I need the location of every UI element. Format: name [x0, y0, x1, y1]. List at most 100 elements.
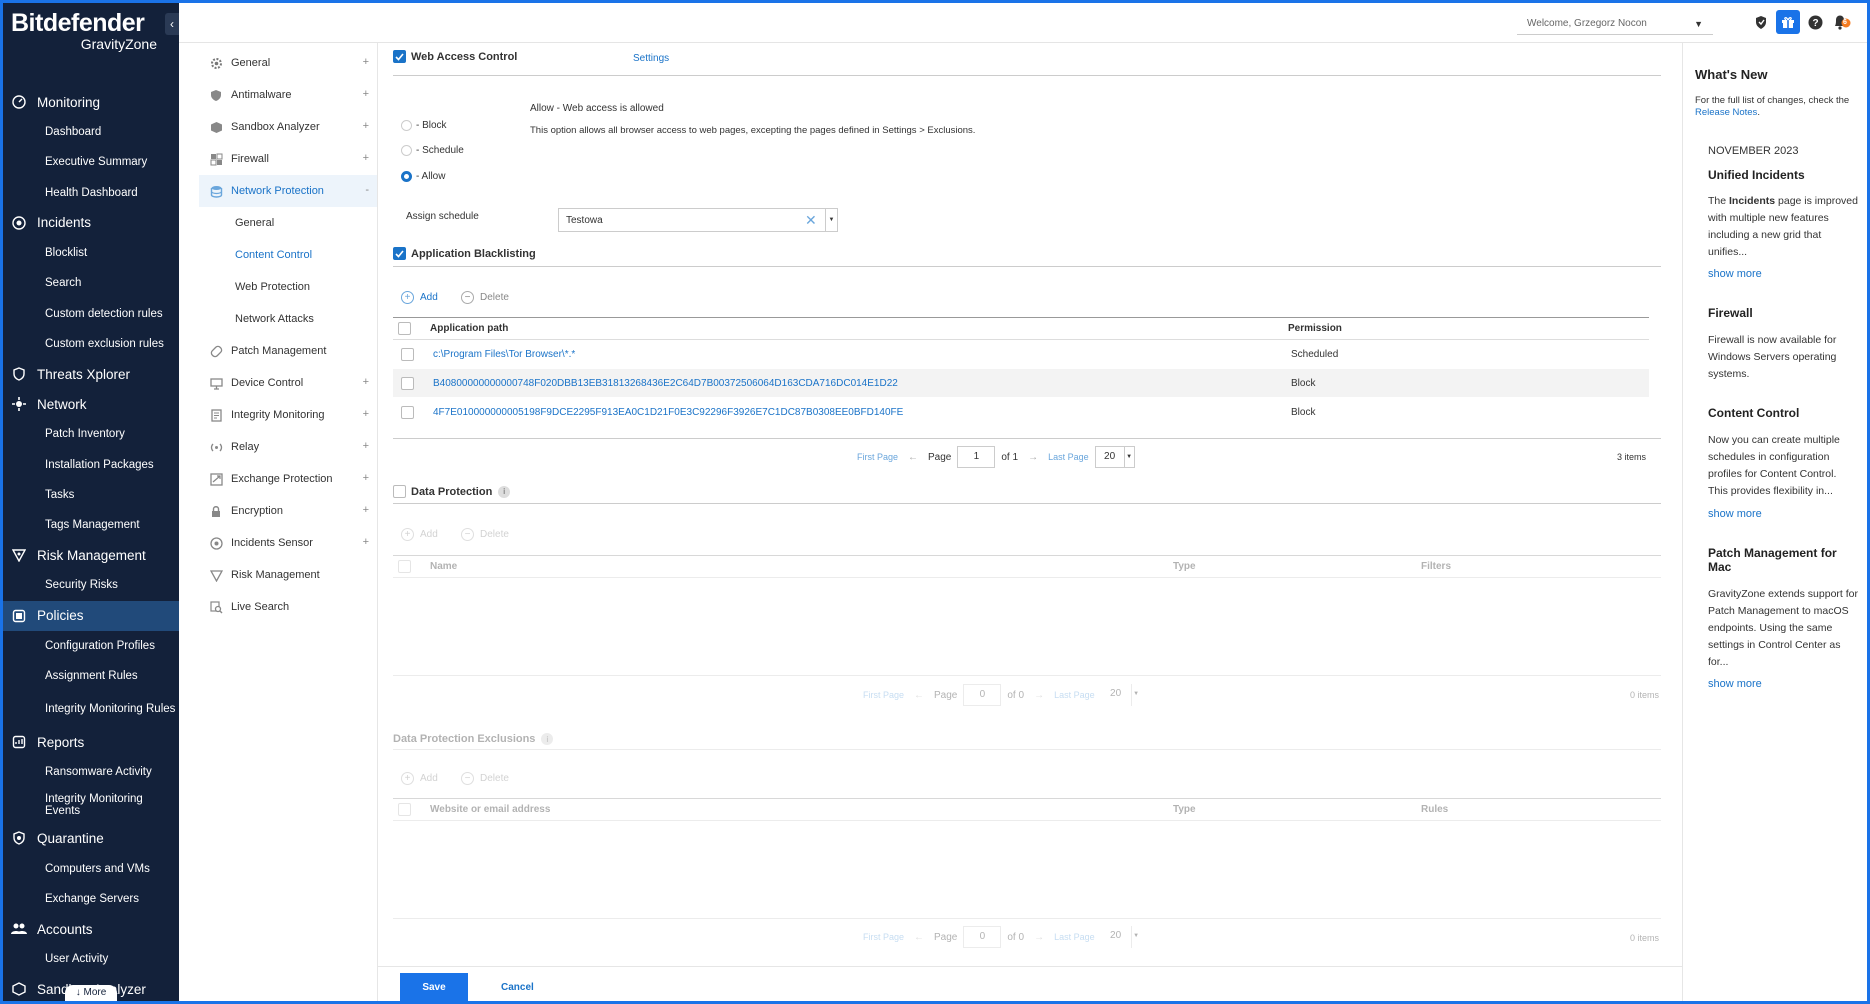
expand-icon[interactable]: + — [363, 152, 369, 164]
show-more-link[interactable]: show more — [1708, 268, 1762, 280]
assign-schedule-select[interactable]: Testowa ✕ ▼ — [558, 208, 838, 232]
first-page-link[interactable]: First Page — [863, 690, 904, 700]
column-filters[interactable]: Filters — [1421, 561, 1451, 572]
schedule-option[interactable]: - Schedule — [401, 145, 464, 156]
expand-icon[interactable]: + — [363, 56, 369, 68]
column-website-or-email[interactable]: Website or email address — [430, 804, 550, 815]
column-application-path[interactable]: Application path — [430, 323, 508, 334]
policy-nav-general[interactable]: General + — [199, 47, 377, 79]
application-path-link[interactable]: B40800000000000748F020DBB13EB31813268436… — [433, 378, 898, 389]
show-more-link[interactable]: show more — [1708, 508, 1762, 520]
nav-section-accounts[interactable]: Accounts — [3, 914, 179, 944]
first-page-link[interactable]: First Page — [863, 932, 904, 942]
next-arrow-icon[interactable]: → — [1034, 932, 1044, 943]
nav-section-reports[interactable]: Reports — [3, 727, 179, 757]
nav-section-network[interactable]: Network — [3, 389, 179, 419]
nav-item-search[interactable]: Search — [3, 268, 179, 298]
prev-arrow-icon[interactable]: ← — [908, 452, 918, 463]
table-row[interactable]: 4F7E010000000005198F9DCE2295F913EA0C1D21… — [393, 398, 1649, 426]
nav-item-installation-packages[interactable]: Installation Packages — [3, 449, 179, 479]
nav-item-integrity-monitoring-events[interactable]: Integrity Monitoring Events — [3, 787, 179, 823]
nav-item-tasks[interactable]: Tasks — [3, 480, 179, 510]
policy-nav-device-control[interactable]: Device Control + — [199, 367, 377, 399]
last-page-link[interactable]: Last Page — [1048, 452, 1089, 462]
save-button[interactable]: Save — [400, 973, 468, 1001]
nav-item-custom-exclusion-rules[interactable]: Custom exclusion rules — [3, 329, 179, 359]
nav-item-computers-and-vms[interactable]: Computers and VMs — [3, 853, 179, 883]
expand-icon[interactable]: + — [363, 504, 369, 516]
select-all-checkbox[interactable] — [398, 560, 411, 573]
policy-nav-relay[interactable]: Relay + — [199, 431, 377, 463]
policy-nav-web-protection[interactable]: Web Protection — [199, 271, 377, 303]
schedule-radio[interactable] — [401, 145, 412, 156]
nav-item-exchange-servers[interactable]: Exchange Servers — [3, 884, 179, 914]
nav-item-patch-inventory[interactable]: Patch Inventory — [3, 419, 179, 449]
page-size-select[interactable]: 20 — [1101, 926, 1131, 948]
nav-item-blocklist[interactable]: Blocklist — [3, 238, 179, 268]
nav-item-integrity-monitoring-rules[interactable]: Integrity Monitoring Rules — [3, 691, 179, 727]
policy-nav-sandbox-analyzer[interactable]: Sandbox Analyzer + — [199, 111, 377, 143]
page-size-select[interactable]: 20 — [1101, 684, 1131, 706]
column-rules[interactable]: Rules — [1421, 804, 1448, 815]
policy-nav-live-search[interactable]: Live Search — [199, 591, 377, 623]
first-page-link[interactable]: First Page — [857, 452, 898, 462]
next-arrow-icon[interactable]: → — [1034, 690, 1044, 701]
bell-icon[interactable]: 6 — [1831, 11, 1853, 33]
add-rule-button[interactable]: + Add — [401, 291, 438, 304]
nav-item-executive-summary[interactable]: Executive Summary — [3, 147, 179, 177]
policy-nav-network-protection[interactable]: Network Protection - — [199, 175, 377, 207]
policy-nav-network-attacks[interactable]: Network Attacks — [199, 303, 377, 335]
cancel-button[interactable]: Cancel — [501, 973, 534, 1001]
nav-item-assignment-rules[interactable]: Assignment Rules — [3, 661, 179, 691]
policy-nav-antimalware[interactable]: Antimalware + — [199, 79, 377, 111]
nav-section-incidents[interactable]: Incidents — [3, 208, 179, 238]
shield-icon[interactable] — [1750, 11, 1772, 33]
chevron-down-icon[interactable]: ▼ — [1124, 446, 1135, 468]
application-path-link[interactable]: 4F7E010000000005198F9DCE2295F913EA0C1D21… — [433, 407, 903, 418]
expand-icon[interactable]: + — [363, 440, 369, 452]
nav-item-custom-detection-rules[interactable]: Custom detection rules — [3, 298, 179, 328]
nav-item-health-dashboard[interactable]: Health Dashboard — [3, 178, 179, 208]
page-number-input[interactable]: 0 — [963, 684, 1002, 706]
policy-nav-risk-management[interactable]: Risk Management — [199, 559, 377, 591]
chevron-down-icon[interactable]: ▼ — [1130, 926, 1141, 948]
select-all-checkbox[interactable] — [398, 322, 411, 335]
show-more-link[interactable]: show more — [1708, 678, 1762, 690]
settings-link[interactable]: Settings — [633, 53, 669, 64]
data-protection-checkbox[interactable] — [393, 485, 406, 498]
page-size-select[interactable]: 20 — [1094, 446, 1125, 468]
policy-nav-patch-management[interactable]: Patch Management — [199, 335, 377, 367]
next-arrow-icon[interactable]: → — [1028, 452, 1038, 463]
policy-nav-np-general[interactable]: General — [199, 207, 377, 239]
policy-nav-integrity-monitoring[interactable]: Integrity Monitoring + — [199, 399, 377, 431]
column-permission[interactable]: Permission — [1288, 323, 1342, 334]
expand-icon[interactable]: + — [363, 408, 369, 420]
web-access-control-checkbox[interactable] — [393, 50, 406, 63]
gift-icon[interactable] — [1776, 10, 1800, 34]
nav-section-quarantine[interactable]: Quarantine — [3, 823, 179, 853]
select-all-checkbox[interactable] — [398, 803, 411, 816]
collapse-icon[interactable]: - — [365, 184, 369, 196]
nav-item-user-activity[interactable]: User Activity — [3, 944, 179, 974]
policy-nav-encryption[interactable]: Encryption + — [199, 495, 377, 527]
user-menu[interactable]: Welcome, Grzegorz Nocon ▼ — [1517, 13, 1713, 35]
nav-item-configuration-profiles[interactable]: Configuration Profiles — [3, 631, 179, 661]
column-type[interactable]: Type — [1173, 561, 1196, 572]
last-page-link[interactable]: Last Page — [1054, 690, 1095, 700]
column-name[interactable]: Name — [430, 561, 457, 572]
expand-icon[interactable]: + — [363, 120, 369, 132]
page-number-input[interactable]: 0 — [963, 926, 1002, 948]
bitdefender-logo[interactable]: Bitdefender GravityZone — [11, 9, 161, 55]
more-button[interactable]: ↓ More — [65, 985, 117, 1001]
prev-arrow-icon[interactable]: ← — [914, 932, 924, 943]
clear-icon[interactable]: ✕ — [805, 212, 817, 229]
page-number-input[interactable]: 1 — [957, 446, 996, 468]
nav-item-ransomware-activity[interactable]: Ransomware Activity — [3, 757, 179, 787]
add-exclusion-button[interactable]: + Add — [401, 772, 438, 785]
delete-rule-button[interactable]: − Delete — [461, 291, 509, 304]
release-notes-link[interactable]: Release Notes — [1695, 107, 1757, 118]
block-option[interactable]: - Block — [401, 120, 447, 131]
add-data-rule-button[interactable]: + Add — [401, 528, 438, 541]
prev-arrow-icon[interactable]: ← — [914, 690, 924, 701]
policy-nav-exchange-protection[interactable]: Exchange Protection + — [199, 463, 377, 495]
